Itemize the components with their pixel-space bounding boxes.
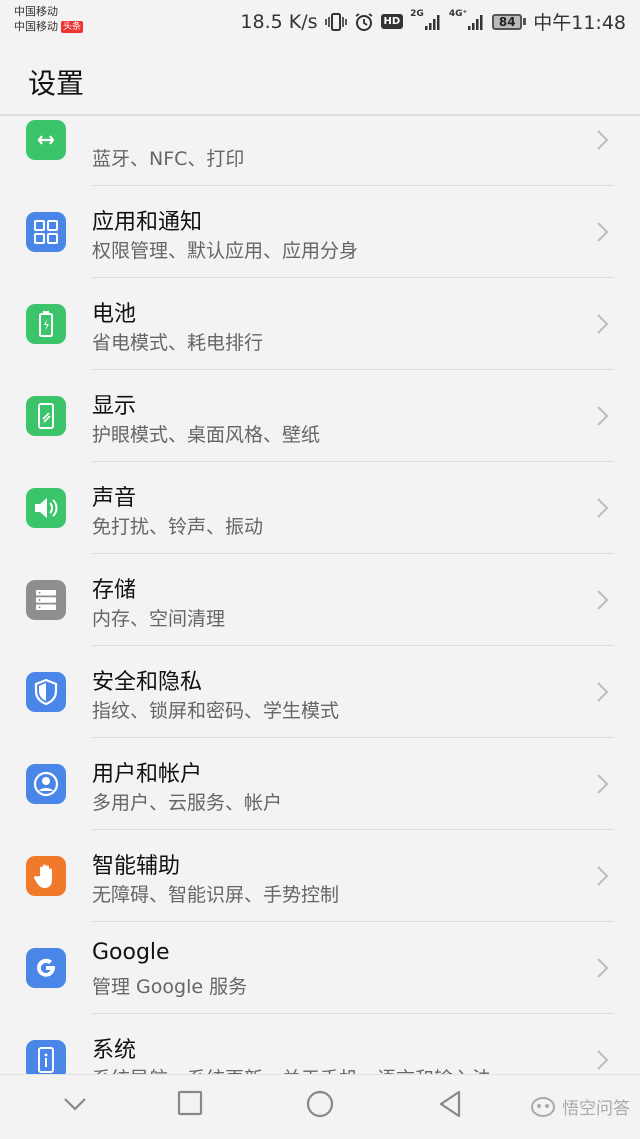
settings-item-subtitle: 指纹、锁屏和密码、学生模式 <box>92 700 340 722</box>
battery-level: 84 <box>492 13 523 30</box>
watermark-text: 悟空问答 <box>562 1099 630 1119</box>
signal-4g-icon: 4G⁺ <box>449 9 485 31</box>
settings-item-users[interactable]: 用户和帐户 多用户、云服务、帐户 <box>0 738 640 830</box>
settings-item-display[interactable]: 显示 护眼模式、桌面风格、壁纸 <box>0 370 640 462</box>
toutiao-badge: 头条 <box>61 20 84 33</box>
settings-item-title: 声音 <box>92 486 137 511</box>
settings-item-subtitle: 护眼模式、桌面风格、壁纸 <box>92 424 321 446</box>
settings-item-sound[interactable]: 声音 免打扰、铃声、振动 <box>0 462 640 554</box>
settings-item-battery[interactable]: 电池 省电模式、耗电排行 <box>0 278 640 370</box>
settings-item-subtitle: 多用户、云服务、帐户 <box>92 792 283 814</box>
settings-item-title: 存储 <box>92 578 137 603</box>
chevron-right-icon <box>597 866 609 886</box>
apps-icon <box>26 212 66 252</box>
chevron-right-icon <box>597 774 609 794</box>
settings-item-title: 智能辅助 <box>92 854 181 879</box>
watermark: 悟空问答 <box>530 1094 630 1119</box>
chevron-right-icon <box>597 406 609 426</box>
settings-item-system[interactable]: 系统 系统导航、系统更新、关于手机、语言和输入法 <box>0 1014 640 1074</box>
chevron-right-icon <box>597 222 609 242</box>
settings-item-title: 系统 <box>92 1038 137 1063</box>
page-title: 设置 <box>28 67 85 100</box>
battery-icon <box>26 304 66 344</box>
net-4g-label: 4G⁺ <box>448 8 468 19</box>
settings-item-title: Google <box>92 940 170 965</box>
storage-icon <box>26 580 66 620</box>
shield-icon <box>26 672 66 712</box>
speaker-icon <box>26 488 66 528</box>
display-icon <box>26 396 66 436</box>
settings-item-title: 显示 <box>92 394 137 419</box>
home-circle-icon[interactable] <box>305 1089 335 1119</box>
chevron-right-icon <box>597 130 609 150</box>
settings-item-security[interactable]: 安全和隐私 指纹、锁屏和密码、学生模式 <box>0 646 640 738</box>
settings-item-subtitle: 无障碍、智能识屏、手势控制 <box>92 884 340 906</box>
vibrate-icon <box>324 12 347 32</box>
system-info-icon <box>26 1040 66 1074</box>
settings-item-subtitle: 蓝牙、NFC、打印 <box>92 148 245 170</box>
chevron-right-icon <box>597 498 609 518</box>
settings-item-title: 安全和隐私 <box>92 670 203 695</box>
chevron-down-icon[interactable] <box>62 1095 88 1113</box>
net-2g-label: 2G <box>410 8 424 19</box>
user-icon <box>26 764 66 804</box>
chevron-right-icon <box>597 682 609 702</box>
settings-item-subtitle: 系统导航、系统更新、关于手机、语言和输入法 <box>92 1064 491 1074</box>
settings-item-subtitle: 权限管理、默认应用、应用分身 <box>92 240 359 262</box>
chevron-right-icon <box>597 1050 609 1070</box>
settings-item-device-connection[interactable]: 蓝牙、NFC、打印 <box>0 116 640 186</box>
status-bar: 中国移动 中国移动 头条 18.5 K/s HD 2G 4G⁺ 84 中午11:4… <box>0 0 640 44</box>
settings-list[interactable]: 蓝牙、NFC、打印 应用和通知 权限管理、默认应用、应用分身 电池 省电模式、耗… <box>0 116 640 1074</box>
clock: 中午11:48 <box>533 12 626 34</box>
settings-item-title: 应用和通知 <box>92 210 203 235</box>
signal-2g-icon: 2G <box>410 9 442 31</box>
settings-item-title: 电池 <box>92 302 137 327</box>
carrier-1: 中国移动 <box>14 5 58 18</box>
settings-item-assist[interactable]: 智能辅助 无障碍、智能识屏、手势控制 <box>0 830 640 922</box>
settings-item-subtitle: 省电模式、耗电排行 <box>92 332 264 354</box>
recents-square-icon[interactable] <box>176 1089 204 1117</box>
chevron-right-icon <box>597 958 609 978</box>
settings-item-storage[interactable]: 存储 内存、空间清理 <box>0 554 640 646</box>
carrier-info: 中国移动 中国移动 头条 <box>14 4 84 34</box>
chevron-right-icon <box>597 590 609 610</box>
hd-icon: HD <box>380 14 404 29</box>
chevron-right-icon <box>597 314 609 334</box>
settings-item-subtitle: 免打扰、铃声、振动 <box>92 516 264 538</box>
settings-item-subtitle: 管理 Google 服务 <box>92 976 248 998</box>
alarm-icon <box>354 12 374 32</box>
settings-item-subtitle: 内存、空间清理 <box>92 608 226 630</box>
hand-icon <box>26 856 66 896</box>
back-triangle-icon[interactable] <box>436 1089 464 1119</box>
header: 设置 <box>0 44 640 116</box>
wukong-logo-icon <box>531 1096 555 1117</box>
settings-item-google[interactable]: Google 管理 Google 服务 <box>0 922 640 1014</box>
network-speed: 18.5 K/s <box>240 10 318 33</box>
device-connection-icon <box>26 120 66 160</box>
settings-item-apps[interactable]: 应用和通知 权限管理、默认应用、应用分身 <box>0 186 640 278</box>
google-icon <box>26 948 66 988</box>
carrier-2: 中国移动 <box>14 20 58 33</box>
battery-indicator: 84 <box>492 13 527 30</box>
settings-item-title: 用户和帐户 <box>92 762 203 787</box>
